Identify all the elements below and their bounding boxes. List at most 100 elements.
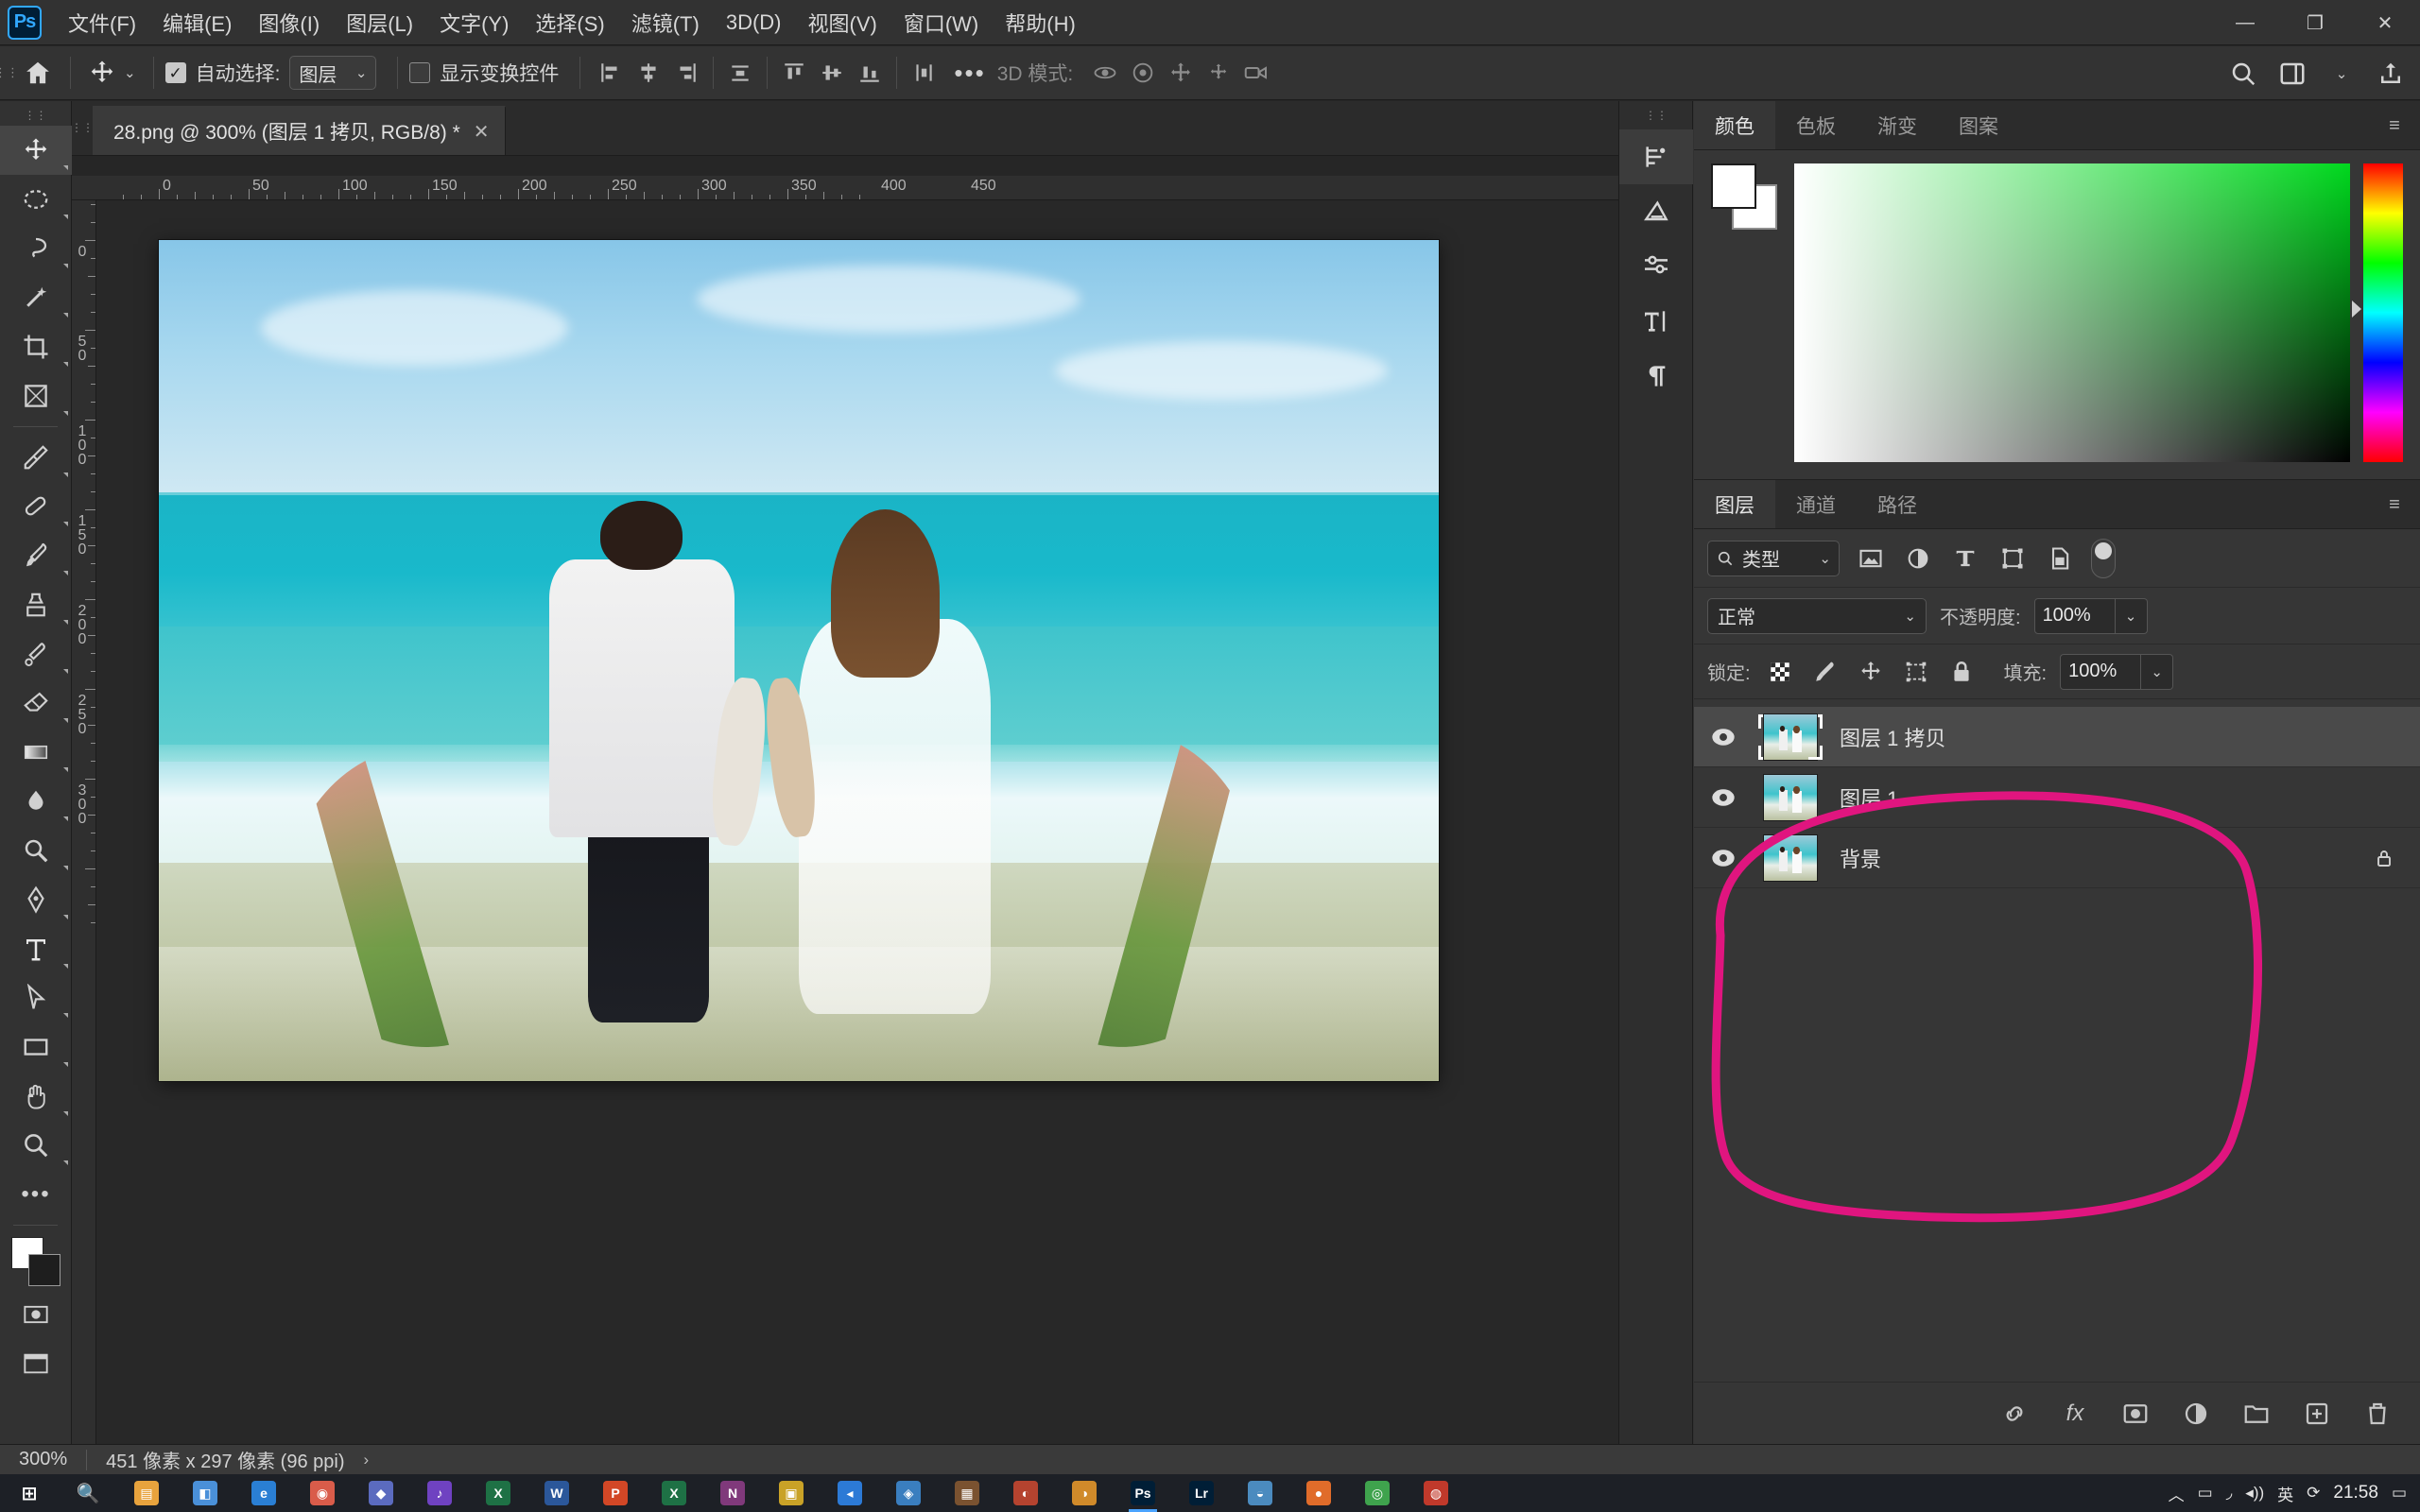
tab-gradients[interactable]: 渐变 xyxy=(1857,101,1938,149)
frame-tool[interactable] xyxy=(0,371,72,421)
vscode-icon[interactable]: ◂ xyxy=(821,1474,879,1512)
ppt-icon[interactable]: P xyxy=(586,1474,645,1512)
distribute-v-icon[interactable] xyxy=(905,54,942,92)
quick-select-tool[interactable] xyxy=(0,273,72,322)
layer-thumbnail[interactable] xyxy=(1763,713,1818,761)
pan-3d-icon[interactable] xyxy=(1162,54,1200,92)
align-top-icon[interactable] xyxy=(775,54,813,92)
eye-icon[interactable] xyxy=(1694,767,1753,828)
close-icon[interactable]: ✕ xyxy=(474,120,490,144)
search-icon[interactable] xyxy=(2221,52,2265,95)
hand-tool[interactable] xyxy=(0,1072,72,1121)
options-bar-grip[interactable]: ⋮⋮ xyxy=(0,46,19,100)
crop-tool[interactable] xyxy=(0,322,72,371)
document-tab[interactable]: 28.png @ 300% (图层 1 拷贝, RGB/8) * ✕ xyxy=(93,106,506,155)
paragraph-panel-icon[interactable] xyxy=(1619,349,1693,404)
menu-file[interactable]: 文件(F) xyxy=(55,2,149,43)
lock-position-icon[interactable] xyxy=(1855,656,1887,688)
dock-grip[interactable]: ⋮⋮ xyxy=(1619,105,1693,126)
app-icon-1[interactable]: ◧ xyxy=(176,1474,234,1512)
start-button[interactable]: ⊞ xyxy=(0,1474,59,1512)
restore-button[interactable]: ❐ xyxy=(2280,0,2350,45)
chevron-down-icon[interactable]: ⌄ xyxy=(2320,52,2363,95)
folder-icon[interactable]: ▤ xyxy=(117,1474,176,1512)
menu-select[interactable]: 选择(S) xyxy=(522,2,617,43)
lock-image-icon[interactable] xyxy=(1809,656,1841,688)
align-center-h-icon[interactable] xyxy=(630,54,667,92)
adjustment-layer-icon[interactable] xyxy=(2178,1396,2214,1432)
link-layers-icon[interactable] xyxy=(1996,1396,2032,1432)
menu-3d[interactable]: 3D(D) xyxy=(713,5,795,41)
app-icon-6[interactable]: ▦ xyxy=(938,1474,996,1512)
share-icon[interactable] xyxy=(2369,52,2412,95)
eraser-tool[interactable] xyxy=(0,679,72,728)
add-mask-icon[interactable] xyxy=(2118,1396,2153,1432)
distribute-h-icon[interactable] xyxy=(721,54,759,92)
table-row[interactable]: 图层 1 xyxy=(1694,767,2420,828)
app-icon-3[interactable]: ♪ xyxy=(410,1474,469,1512)
auto-select-checkbox[interactable] xyxy=(164,62,186,83)
menu-layer[interactable]: 图层(L) xyxy=(333,2,426,43)
horizontal-ruler[interactable]: 0 50 100 150 200 250 300 350 400 450 xyxy=(72,176,1618,200)
pen-tool[interactable] xyxy=(0,875,72,924)
more-tools[interactable]: ••• xyxy=(0,1170,72,1219)
volume-icon[interactable]: ◂)) xyxy=(2245,1484,2264,1503)
vertical-ruler[interactable]: 50050100150200250300 xyxy=(72,200,96,1444)
active-tool-chip[interactable]: ⌄ xyxy=(82,59,142,87)
app-icon-8[interactable]: ◑ xyxy=(1055,1474,1114,1512)
filter-shape-icon[interactable] xyxy=(1996,542,2029,575)
zoom-tool[interactable] xyxy=(0,1121,72,1170)
gradient-tool[interactable] xyxy=(0,728,72,777)
filter-enable-toggle[interactable] xyxy=(2091,538,2116,578)
menu-edit[interactable]: 编辑(E) xyxy=(149,2,245,43)
menu-filter[interactable]: 滤镜(T) xyxy=(618,2,713,43)
opacity-value[interactable]: 100% xyxy=(2033,597,2116,634)
quick-mask-toggle[interactable] xyxy=(0,1290,72,1339)
lightroom-icon[interactable]: Lr xyxy=(1172,1474,1231,1512)
blur-tool[interactable] xyxy=(0,777,72,826)
history-brush-tool[interactable] xyxy=(0,629,72,679)
align-left-icon[interactable] xyxy=(592,54,630,92)
layer-thumbnail[interactable] xyxy=(1763,773,1818,821)
history-panel-icon[interactable] xyxy=(1619,129,1693,184)
battery-icon[interactable]: ▭ xyxy=(2198,1484,2213,1503)
app-icon-12[interactable]: ◍ xyxy=(1407,1474,1465,1512)
new-group-icon[interactable] xyxy=(2238,1396,2274,1432)
notification-icon[interactable]: ▭ xyxy=(2392,1484,2407,1503)
move-tool[interactable] xyxy=(0,126,72,175)
fill-control[interactable]: 100% ⌄ xyxy=(2060,653,2174,690)
menu-type[interactable]: 文字(Y) xyxy=(426,2,522,43)
type-tool[interactable] xyxy=(0,924,72,973)
more-options-button[interactable]: ••• xyxy=(942,59,996,88)
align-bottom-icon[interactable] xyxy=(851,54,889,92)
layer-thumbnail-wrap[interactable] xyxy=(1753,833,1828,882)
marquee-tool[interactable] xyxy=(0,175,72,224)
chevron-down-icon[interactable]: ⌄ xyxy=(2115,597,2148,634)
chevron-up-icon[interactable]: ︿ xyxy=(2169,1482,2185,1505)
slide-3d-icon[interactable] xyxy=(1200,54,1237,92)
delete-layer-icon[interactable] xyxy=(2360,1396,2395,1432)
app-icon-10[interactable]: ● xyxy=(1289,1474,1348,1512)
align-right-icon[interactable] xyxy=(667,54,705,92)
roll-3d-icon[interactable] xyxy=(1124,54,1162,92)
layer-thumbnail[interactable] xyxy=(1763,833,1818,882)
chevron-down-icon[interactable]: ⌄ xyxy=(124,64,136,81)
show-transform-controls-checkbox[interactable] xyxy=(409,62,431,83)
tabstrip-grip[interactable]: ⋮⋮ xyxy=(71,100,94,155)
layer-list[interactable]: 图层 1 拷贝 图层 1 背景 xyxy=(1694,707,2420,1382)
filter-adjustment-icon[interactable] xyxy=(1902,542,1934,575)
new-layer-icon[interactable] xyxy=(2299,1396,2335,1432)
camera-3d-icon[interactable] xyxy=(1237,54,1275,92)
search-taskbar[interactable]: 🔍 xyxy=(59,1474,117,1512)
chrome-icon[interactable]: ◉ xyxy=(293,1474,352,1512)
color-swatches[interactable] xyxy=(0,1231,72,1290)
wifi-icon[interactable]: ◞ xyxy=(2226,1484,2233,1503)
canvas-area[interactable] xyxy=(96,200,1618,1444)
clone-stamp-tool[interactable] xyxy=(0,580,72,629)
layer-name[interactable]: 图层 1 拷贝 xyxy=(1840,722,1945,752)
clock[interactable]: 21:58 xyxy=(2333,1483,2378,1503)
menu-view[interactable]: 视图(V) xyxy=(795,2,890,43)
eye-icon[interactable] xyxy=(1694,707,1753,767)
layer-thumbnail-wrap[interactable] xyxy=(1753,773,1828,821)
menu-help[interactable]: 帮助(H) xyxy=(992,2,1089,43)
